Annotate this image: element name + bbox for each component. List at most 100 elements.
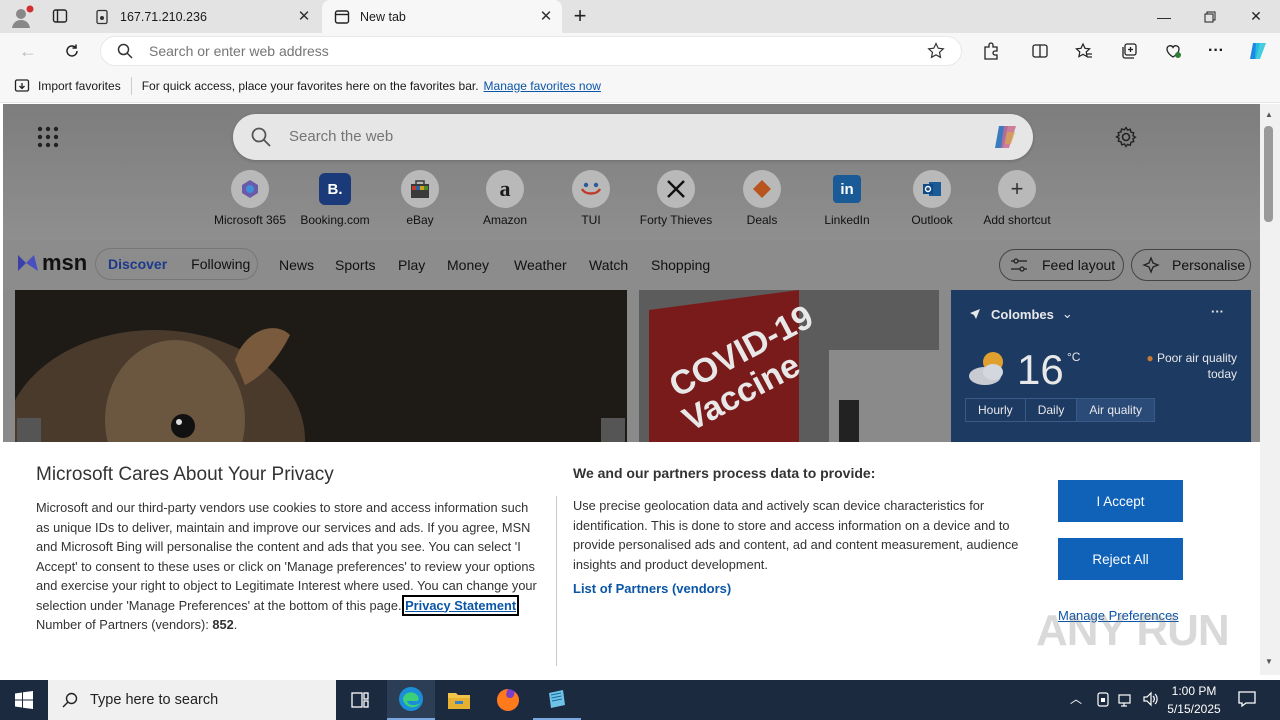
nav-watch[interactable]: Watch xyxy=(589,257,628,273)
scrollbar-thumb[interactable] xyxy=(1264,126,1273,222)
task-view-icon[interactable] xyxy=(336,680,384,720)
list-of-partners-link[interactable]: List of Partners (vendors) xyxy=(573,581,731,596)
deals-icon xyxy=(743,170,781,208)
carousel-next-arrow-icon[interactable] xyxy=(601,418,625,442)
taskbar-search-box[interactable]: Type here to search xyxy=(48,680,336,720)
vertical-scrollbar[interactable]: ▲ ▼ xyxy=(1260,104,1280,675)
import-favorites-button[interactable]: Import favorites xyxy=(38,79,121,93)
notepad-app-icon[interactable] xyxy=(533,680,581,720)
sparkle-icon xyxy=(1142,256,1160,274)
search-icon xyxy=(117,43,133,59)
split-screen-icon[interactable] xyxy=(1028,39,1052,63)
shortcut-microsoft-365[interactable]: Microsoft 365 xyxy=(212,170,288,227)
firefox-icon[interactable] xyxy=(484,680,532,720)
import-favorites-icon[interactable] xyxy=(14,78,30,94)
location-arrow-icon xyxy=(970,309,980,319)
address-bar[interactable] xyxy=(100,36,962,66)
scroll-up-arrow-icon[interactable]: ▲ xyxy=(1265,110,1273,119)
settings-more-icon[interactable]: ··· xyxy=(1204,39,1228,63)
back-arrow-icon[interactable]: ← xyxy=(16,39,40,63)
nav-news[interactable]: News xyxy=(279,257,314,273)
scroll-down-arrow-icon[interactable]: ▼ xyxy=(1265,657,1273,666)
nav-money[interactable]: Money xyxy=(447,257,489,273)
favorite-star-icon[interactable] xyxy=(927,42,945,60)
tab-following[interactable]: Following xyxy=(191,256,250,272)
copilot-icon[interactable] xyxy=(991,122,1021,152)
restore-icon[interactable] xyxy=(1187,0,1233,33)
minimize-icon[interactable]: ― xyxy=(1141,0,1187,33)
news-card-covid-vaccine[interactable]: COVID-19 Vaccine xyxy=(639,290,939,442)
web-search-box[interactable] xyxy=(233,114,1033,160)
edge-taskbar-icon[interactable] xyxy=(387,680,435,720)
news-card-squirrel[interactable] xyxy=(15,290,627,442)
collections-icon[interactable] xyxy=(1117,39,1141,63)
shortcut-amazon[interactable]: a Amazon xyxy=(467,170,543,227)
partners-suffix: . xyxy=(233,617,238,632)
weather-location[interactable]: Colombes ⌄ xyxy=(969,306,1073,322)
extensions-icon[interactable] xyxy=(979,39,1003,63)
app-launcher-icon[interactable] xyxy=(37,126,59,148)
tab-actions-icon[interactable] xyxy=(48,4,72,28)
tab-ip[interactable]: 167.71.210.236 ✕ xyxy=(84,0,320,33)
weather-tab-daily[interactable]: Daily xyxy=(1024,399,1077,421)
reject-all-button[interactable]: Reject All xyxy=(1058,538,1183,580)
shortcut-deals[interactable]: Deals xyxy=(724,170,800,227)
weather-tab-air-quality[interactable]: Air quality xyxy=(1076,399,1155,421)
shortcut-booking[interactable]: B. Booking.com xyxy=(297,170,373,227)
weather-tab-hourly[interactable]: Hourly xyxy=(966,399,1025,421)
partly-cloudy-icon xyxy=(965,348,1013,388)
nav-play[interactable]: Play xyxy=(398,257,425,273)
system-clock[interactable]: 1:00 PM 5/15/2025 xyxy=(1163,682,1225,718)
feed-layout-button[interactable]: Feed layout xyxy=(999,249,1124,281)
browser-essentials-icon[interactable] xyxy=(1161,39,1185,63)
air-quality-status[interactable]: ● Poor air quality today xyxy=(1121,350,1237,382)
copilot-icon[interactable] xyxy=(1246,39,1270,63)
location-name: Colombes xyxy=(991,306,1054,322)
volume-icon[interactable] xyxy=(1142,691,1160,707)
refresh-icon[interactable] xyxy=(60,39,84,63)
sliders-icon xyxy=(1011,258,1027,272)
device-icon[interactable] xyxy=(1096,692,1110,708)
web-search-input[interactable] xyxy=(289,114,939,160)
network-icon[interactable] xyxy=(1118,692,1136,708)
consent-divider xyxy=(556,496,557,666)
msn-logo[interactable]: msn xyxy=(16,250,87,276)
start-windows-icon[interactable] xyxy=(0,680,48,720)
nav-weather[interactable]: Weather xyxy=(514,257,567,273)
purposes-text: Use precise geolocation data and activel… xyxy=(573,498,1019,572)
accept-button[interactable]: I Accept xyxy=(1058,480,1183,522)
tab-discover[interactable]: Discover xyxy=(108,256,167,272)
favorites-icon[interactable] xyxy=(1072,39,1096,63)
shortcut-outlook[interactable]: Outlook xyxy=(894,170,970,227)
privacy-statement-link[interactable]: Privacy Statement xyxy=(402,594,520,616)
air-quality-label: Poor air quality xyxy=(1156,351,1237,365)
tab-new-tab[interactable]: New tab ✕ xyxy=(322,0,562,33)
temperature-unit[interactable]: °C xyxy=(1067,350,1080,364)
shortcut-ebay[interactable]: eBay xyxy=(382,170,458,227)
file-explorer-icon[interactable] xyxy=(435,680,483,720)
personalise-button[interactable]: Personalise xyxy=(1131,249,1251,281)
msn-butterfly-icon xyxy=(18,255,38,271)
close-tab-icon[interactable]: ✕ xyxy=(296,8,312,25)
shortcut-tui[interactable]: TUI xyxy=(553,170,629,227)
carousel-prev-arrow-icon[interactable] xyxy=(17,418,41,442)
manage-favorites-link[interactable]: Manage favorites now xyxy=(484,79,601,93)
close-tab-icon[interactable]: ✕ xyxy=(538,8,554,25)
weather-card[interactable]: Colombes ⌄ ··· 16 °C ● Poor air quality … xyxy=(951,290,1251,442)
profile-avatar[interactable] xyxy=(8,4,34,30)
shortcut-linkedin[interactable]: in LinkedIn xyxy=(809,170,885,227)
shortcut-label: Microsoft 365 xyxy=(213,213,287,227)
nav-sports[interactable]: Sports xyxy=(335,257,375,273)
shortcut-forty-thieves[interactable]: Forty Thieves xyxy=(638,170,714,227)
notifications-icon[interactable] xyxy=(1238,690,1256,708)
page-settings-gear-icon[interactable] xyxy=(1115,126,1137,148)
more-options-icon[interactable]: ··· xyxy=(1211,304,1224,319)
nav-shopping[interactable]: Shopping xyxy=(651,257,710,273)
shortcut-add[interactable]: + Add shortcut xyxy=(979,170,1055,227)
shortcut-label: Amazon xyxy=(482,213,528,227)
close-window-icon[interactable]: ✕ xyxy=(1233,0,1279,33)
anyrun-watermark: ANY RUN xyxy=(1036,606,1230,655)
address-input[interactable] xyxy=(149,37,849,65)
new-tab-plus-icon[interactable]: + xyxy=(568,3,592,28)
show-hidden-icons-chevron-icon[interactable]: ︿ xyxy=(1070,690,1082,707)
